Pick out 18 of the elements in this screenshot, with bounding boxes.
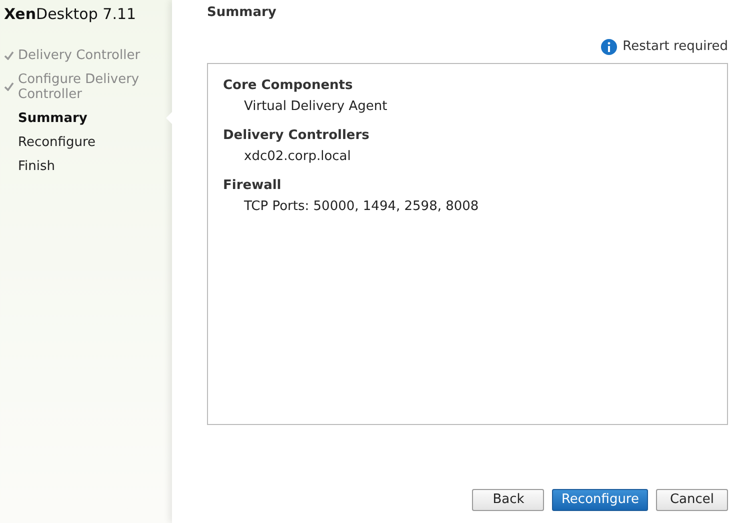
step-item: Configure Delivery Controller [18, 72, 140, 102]
dialog-button[interactable]: Reconfigure [552, 489, 648, 511]
dialog-button[interactable]: Cancel [656, 489, 728, 511]
section-heading: Delivery Controllers [223, 127, 370, 145]
section-heading: Firewall [223, 177, 282, 195]
step-item: Reconfigure [18, 134, 96, 150]
section-value: xdc02.corp.local [243, 148, 352, 166]
product-title: XenDesktop 7.11 [3, 4, 138, 25]
section-value: Virtual Delivery Agent [243, 98, 388, 116]
page-title: Summary [207, 4, 278, 22]
section-heading: Core Components [223, 77, 354, 95]
dialog-button[interactable]: Back [472, 489, 544, 511]
step-item: Summary [18, 110, 88, 126]
step-item: Finish [18, 158, 56, 174]
info-icon [600, 39, 617, 55]
step-item: Delivery Controller [18, 48, 140, 62]
restart-notice: Restart required [622, 38, 728, 56]
section-value: TCP Ports: 50000, 1494, 2598, 8008 [243, 198, 480, 216]
